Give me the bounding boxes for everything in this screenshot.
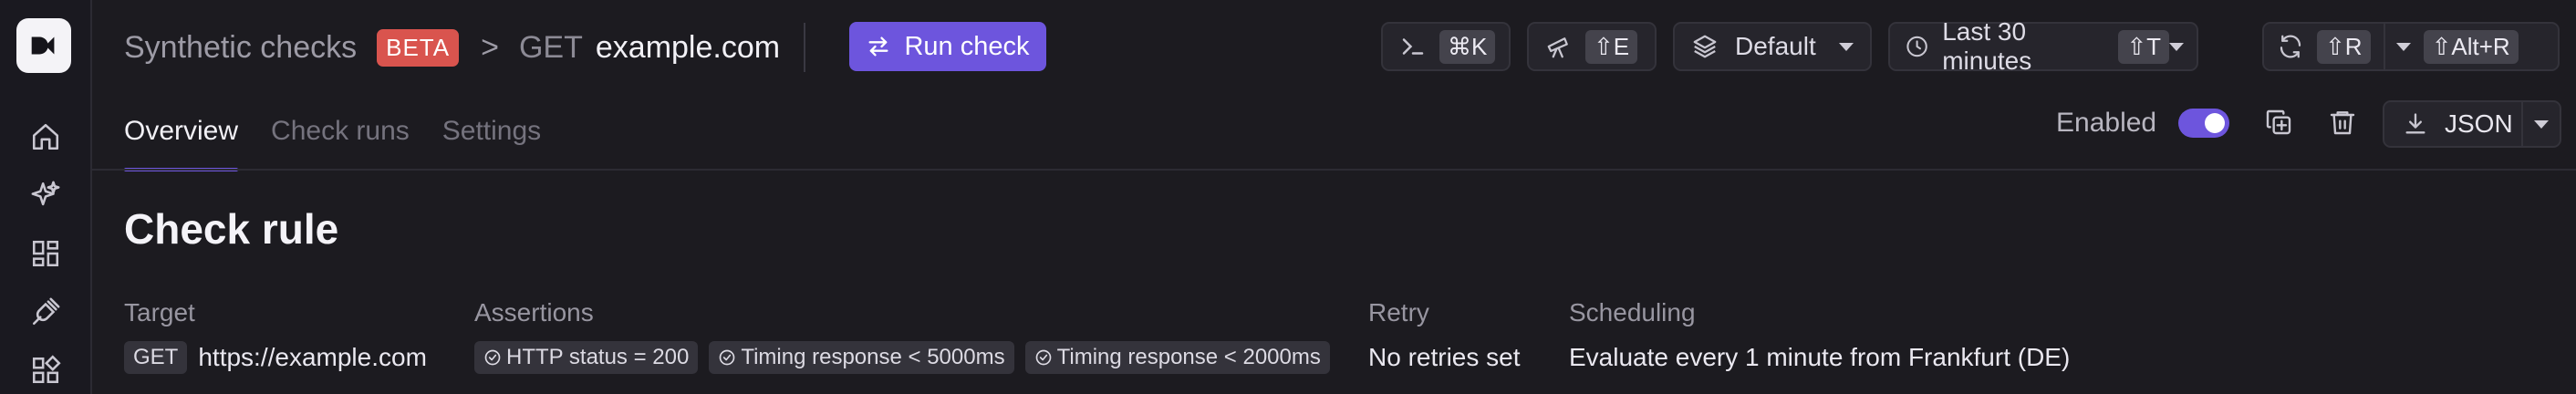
- refresh-shortcut[interactable]: ⇧R: [2317, 29, 2371, 64]
- refresh-divider: [2383, 24, 2385, 69]
- chevron-down-icon: [2169, 42, 2184, 51]
- target-label: Target: [124, 298, 195, 327]
- copy-plus-icon: [2266, 109, 2291, 135]
- telescope-icon: [1547, 37, 1568, 58]
- scheduling-label: Scheduling: [1569, 298, 1696, 327]
- terminal-shortcut: ⌘K: [1439, 29, 1496, 64]
- chevron-down-icon: [1839, 42, 1854, 51]
- app-window: Synthetic checks BETA > GET example.com …: [0, 0, 2576, 394]
- time-range-value: Last 30 minutes: [1942, 17, 2032, 75]
- assertion-text: HTTP status = 200: [506, 345, 690, 369]
- page-title: Check rule: [124, 205, 339, 253]
- header-divider: [804, 23, 806, 72]
- run-check-button[interactable]: Run check: [849, 22, 1046, 71]
- logo[interactable]: [16, 18, 71, 73]
- check-circle-icon: [719, 349, 735, 366]
- refresh-button-group: ⇧R ⇧Alt+R: [2262, 22, 2560, 71]
- check-circle-icon: [484, 349, 501, 366]
- swap-arrows-icon: [868, 36, 888, 57]
- beta-badge: BETA: [377, 28, 460, 67]
- dashboard-icon[interactable]: [26, 233, 66, 274]
- assertion-chip: HTTP status = 200: [474, 341, 699, 374]
- export-menu-button[interactable]: [2523, 102, 2560, 146]
- breadcrumb-host: example.com: [595, 29, 781, 65]
- layers-icon: [1693, 35, 1717, 58]
- target-value: GET https://example.com: [124, 339, 427, 376]
- assertions-label: Assertions: [474, 298, 594, 327]
- chevron-down-icon[interactable]: [2395, 42, 2411, 51]
- chevron-down-icon: [2534, 119, 2549, 129]
- breadcrumb-separator: >: [481, 29, 499, 65]
- enabled-control: Enabled: [2056, 102, 2230, 144]
- plug-icon[interactable]: [26, 292, 66, 332]
- time-range-shortcut: ⇧T: [2118, 29, 2169, 64]
- terminal-button[interactable]: ⌘K: [1381, 22, 1511, 71]
- clock-icon: [1906, 36, 1927, 57]
- retry-value: No retries set: [1368, 343, 1521, 371]
- export-json-label: JSON: [2445, 109, 2513, 138]
- tab-bar: Overview Check runs Settings: [124, 98, 574, 171]
- trash-icon: [2330, 111, 2355, 135]
- download-icon: [2405, 113, 2425, 134]
- time-range-select[interactable]: Last 30 minutes ⇧T: [1888, 17, 2198, 75]
- assertion-text: Timing response < 5000ms: [741, 345, 1005, 369]
- integrations-icon[interactable]: [26, 350, 66, 390]
- logo-icon: [31, 36, 55, 55]
- tabs-divider: [92, 169, 2576, 171]
- breadcrumb: Synthetic checks BETA > GET example.com: [124, 20, 806, 75]
- retry-label: Retry: [1368, 298, 1429, 327]
- assertion-text: Timing response < 2000ms: [1056, 345, 1321, 369]
- explore-shortcut: ⇧E: [1585, 29, 1638, 64]
- duplicate-button[interactable]: [2260, 104, 2297, 140]
- check-circle-icon: [1035, 349, 1051, 366]
- method-badge: GET: [124, 341, 188, 374]
- assertions-list: HTTP status = 200 Timing response < 5000…: [474, 339, 1341, 376]
- run-check-label: Run check: [904, 31, 1030, 61]
- tab-settings[interactable]: Settings: [442, 98, 541, 171]
- sidebar: [0, 0, 92, 394]
- enabled-toggle[interactable]: [2178, 109, 2230, 138]
- export-json-button-group: JSON: [2383, 100, 2561, 148]
- breadcrumb-section[interactable]: Synthetic checks: [124, 30, 357, 66]
- refresh-icon[interactable]: [2277, 33, 2304, 60]
- tab-overview[interactable]: Overview: [124, 98, 239, 171]
- assertion-chip: Timing response < 2000ms: [1024, 341, 1330, 374]
- environment-value: Default: [1735, 32, 1816, 60]
- enabled-label: Enabled: [2056, 108, 2157, 138]
- scheduling-value: Evaluate every 1 minute from Frankfurt (…: [1569, 343, 2071, 371]
- sparkles-icon[interactable]: [26, 175, 66, 215]
- breadcrumb-method: GET: [518, 29, 583, 65]
- assertion-chip: Timing response < 5000ms: [709, 341, 1014, 374]
- tab-check-runs[interactable]: Check runs: [271, 98, 410, 171]
- export-json-button[interactable]: JSON: [2384, 102, 2513, 146]
- environment-select[interactable]: Default: [1673, 22, 1872, 71]
- terminal-icon: [1402, 38, 1424, 55]
- home-icon[interactable]: [26, 117, 66, 157]
- explore-button[interactable]: ⇧E: [1527, 22, 1657, 71]
- target-url: https://example.com: [198, 343, 427, 371]
- delete-button[interactable]: [2324, 104, 2361, 140]
- auto-refresh-shortcut[interactable]: ⇧Alt+R: [2423, 29, 2519, 64]
